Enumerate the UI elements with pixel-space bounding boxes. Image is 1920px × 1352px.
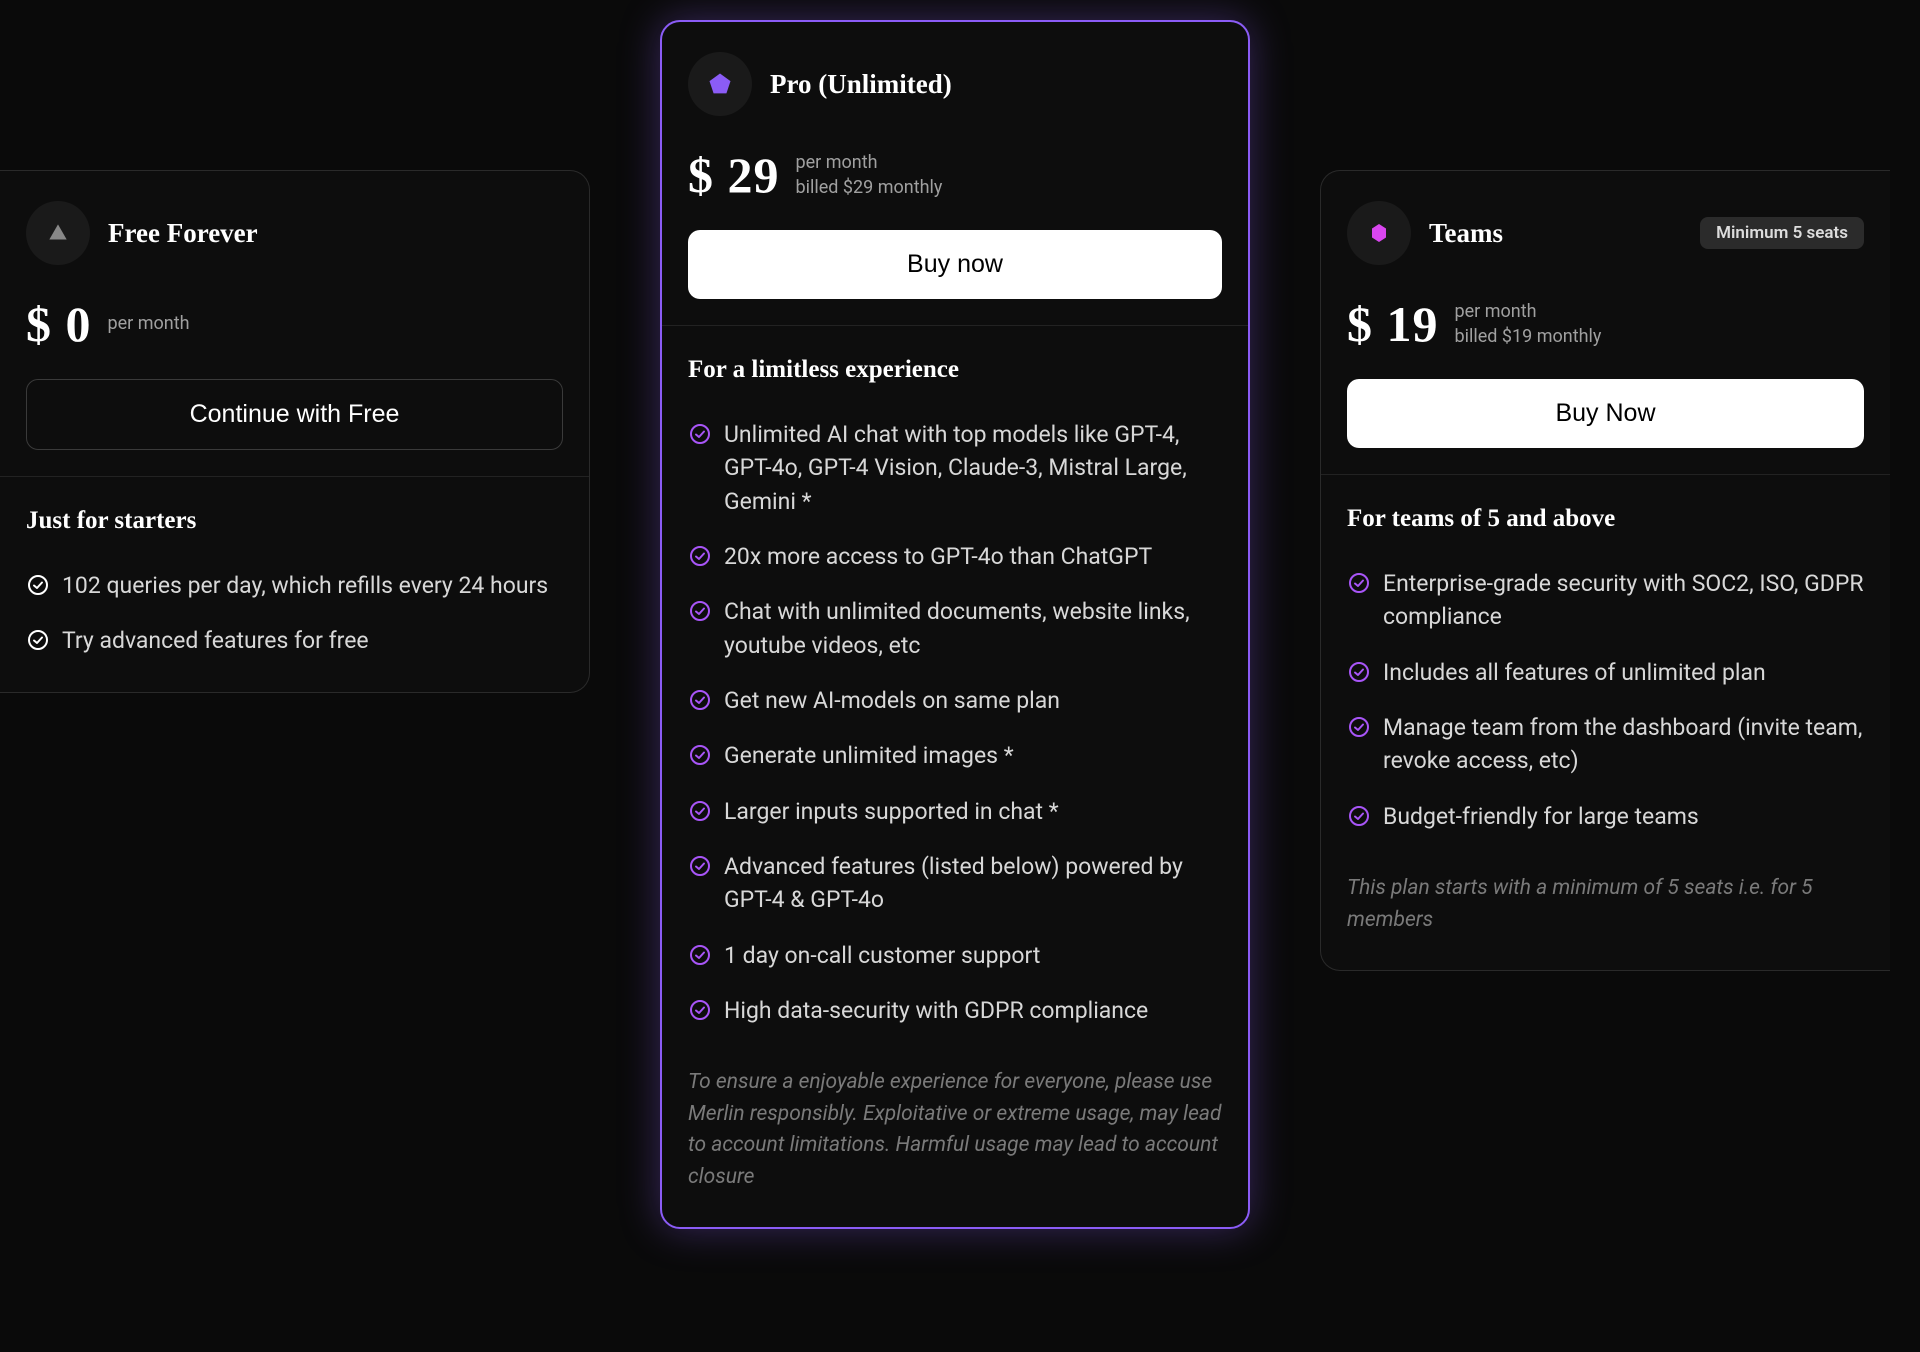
price-value: $ 29 xyxy=(688,146,780,204)
plan-title: Pro (Unlimited) xyxy=(770,69,1222,100)
features-title: For a limitless experience xyxy=(688,356,1222,384)
triangle-icon xyxy=(26,201,90,265)
feature-text: 1 day on-call customer support xyxy=(724,939,1040,972)
feature-text: Manage team from the dashboard (invite t… xyxy=(1383,711,1864,778)
plan-card-teams: Teams Minimum 5 seats $ 19 per month bil… xyxy=(1320,170,1890,971)
continue-free-button[interactable]: Continue with Free xyxy=(26,379,563,450)
minimum-seats-badge: Minimum 5 seats xyxy=(1700,217,1864,249)
feature-text: 20x more access to GPT-4o than ChatGPT xyxy=(724,540,1152,573)
plan-title: Teams xyxy=(1429,218,1682,249)
plan-header-pro: Pro (Unlimited) $ 29 per month billed $2… xyxy=(662,22,1248,325)
pentagon-icon xyxy=(688,52,752,116)
feature-text: Get new AI-models on same plan xyxy=(724,684,1060,717)
feature-text: Includes all features of unlimited plan xyxy=(1383,656,1766,689)
feature-text: Larger inputs supported in chat * xyxy=(724,795,1059,828)
plan-title-row: Teams Minimum 5 seats xyxy=(1347,201,1864,265)
price-meta: per month billed $19 monthly xyxy=(1455,299,1602,349)
price-billed: billed $19 monthly xyxy=(1455,324,1602,349)
feature-item: Larger inputs supported in chat * xyxy=(688,795,1222,828)
feature-item: Advanced features (listed below) powered… xyxy=(688,850,1222,917)
price-meta: per month xyxy=(108,311,190,336)
feature-item: High data-security with GDPR compliance xyxy=(688,994,1222,1027)
feature-text: Try advanced features for free xyxy=(62,624,369,657)
features-title: Just for starters xyxy=(26,507,563,535)
feature-item: Manage team from the dashboard (invite t… xyxy=(1347,711,1864,778)
plan-header-free: Free Forever $ 0 per month Continue with… xyxy=(0,171,589,476)
pricing-container: Free Forever $ 0 per month Continue with… xyxy=(0,0,1920,1229)
hexagon-icon xyxy=(1347,201,1411,265)
feature-list-pro: Unlimited AI chat with top models like G… xyxy=(688,418,1222,1027)
check-icon xyxy=(26,573,50,597)
features-section-pro: For a limitless experience Unlimited AI … xyxy=(662,326,1248,1227)
check-icon xyxy=(688,799,712,823)
check-icon xyxy=(688,544,712,568)
check-icon xyxy=(1347,660,1371,684)
check-icon xyxy=(688,422,712,446)
price-per: per month xyxy=(108,311,190,336)
feature-item: Try advanced features for free xyxy=(26,624,563,657)
features-title: For teams of 5 and above xyxy=(1347,505,1864,533)
feature-item: Budget-friendly for large teams xyxy=(1347,800,1864,833)
plan-note: This plan starts with a minimum of 5 sea… xyxy=(1347,873,1864,936)
price-per: per month xyxy=(1455,299,1602,324)
buy-now-pro-button[interactable]: Buy now xyxy=(688,230,1222,299)
feature-item: Includes all features of unlimited plan xyxy=(1347,656,1864,689)
feature-text: Enterprise-grade security with SOC2, ISO… xyxy=(1383,567,1864,634)
plan-title: Free Forever xyxy=(108,218,563,249)
check-icon xyxy=(1347,715,1371,739)
plan-header-teams: Teams Minimum 5 seats $ 19 per month bil… xyxy=(1321,171,1890,474)
plan-card-pro: Pro (Unlimited) $ 29 per month billed $2… xyxy=(660,20,1250,1229)
price-row: $ 19 per month billed $19 monthly xyxy=(1347,295,1864,353)
feature-text: 102 queries per day, which refills every… xyxy=(62,569,548,602)
buy-now-teams-button[interactable]: Buy Now xyxy=(1347,379,1864,448)
price-row: $ 0 per month xyxy=(26,295,563,353)
check-icon xyxy=(688,998,712,1022)
feature-text: Chat with unlimited documents, website l… xyxy=(724,595,1222,662)
price-per: per month xyxy=(796,150,943,175)
plan-title-row: Pro (Unlimited) xyxy=(688,52,1222,116)
feature-item: 20x more access to GPT-4o than ChatGPT xyxy=(688,540,1222,573)
plan-title-row: Free Forever xyxy=(26,201,563,265)
feature-item: Enterprise-grade security with SOC2, ISO… xyxy=(1347,567,1864,634)
check-icon xyxy=(688,599,712,623)
check-icon xyxy=(26,628,50,652)
features-section-free: Just for starters 102 queries per day, w… xyxy=(0,477,589,692)
feature-list-free: 102 queries per day, which refills every… xyxy=(26,569,563,658)
check-icon xyxy=(688,943,712,967)
feature-item: 1 day on-call customer support xyxy=(688,939,1222,972)
feature-item: 102 queries per day, which refills every… xyxy=(26,569,563,602)
price-row: $ 29 per month billed $29 monthly xyxy=(688,146,1222,204)
check-icon xyxy=(1347,804,1371,828)
check-icon xyxy=(688,854,712,878)
feature-text: Advanced features (listed below) powered… xyxy=(724,850,1222,917)
features-section-teams: For teams of 5 and above Enterprise-grad… xyxy=(1321,475,1890,970)
feature-text: Budget-friendly for large teams xyxy=(1383,800,1699,833)
feature-text: High data-security with GDPR compliance xyxy=(724,994,1148,1027)
feature-item: Unlimited AI chat with top models like G… xyxy=(688,418,1222,518)
plan-card-free: Free Forever $ 0 per month Continue with… xyxy=(0,170,590,693)
feature-item: Generate unlimited images * xyxy=(688,739,1222,772)
price-value: $ 0 xyxy=(26,295,92,353)
feature-text: Generate unlimited images * xyxy=(724,739,1014,772)
check-icon xyxy=(688,743,712,767)
plan-note: To ensure a enjoyable experience for eve… xyxy=(688,1067,1222,1193)
price-billed: billed $29 monthly xyxy=(796,175,943,200)
feature-item: Chat with unlimited documents, website l… xyxy=(688,595,1222,662)
feature-text: Unlimited AI chat with top models like G… xyxy=(724,418,1222,518)
feature-list-teams: Enterprise-grade security with SOC2, ISO… xyxy=(1347,567,1864,833)
check-icon xyxy=(1347,571,1371,595)
price-meta: per month billed $29 monthly xyxy=(796,150,943,200)
check-icon xyxy=(688,688,712,712)
feature-item: Get new AI-models on same plan xyxy=(688,684,1222,717)
price-value: $ 19 xyxy=(1347,295,1439,353)
